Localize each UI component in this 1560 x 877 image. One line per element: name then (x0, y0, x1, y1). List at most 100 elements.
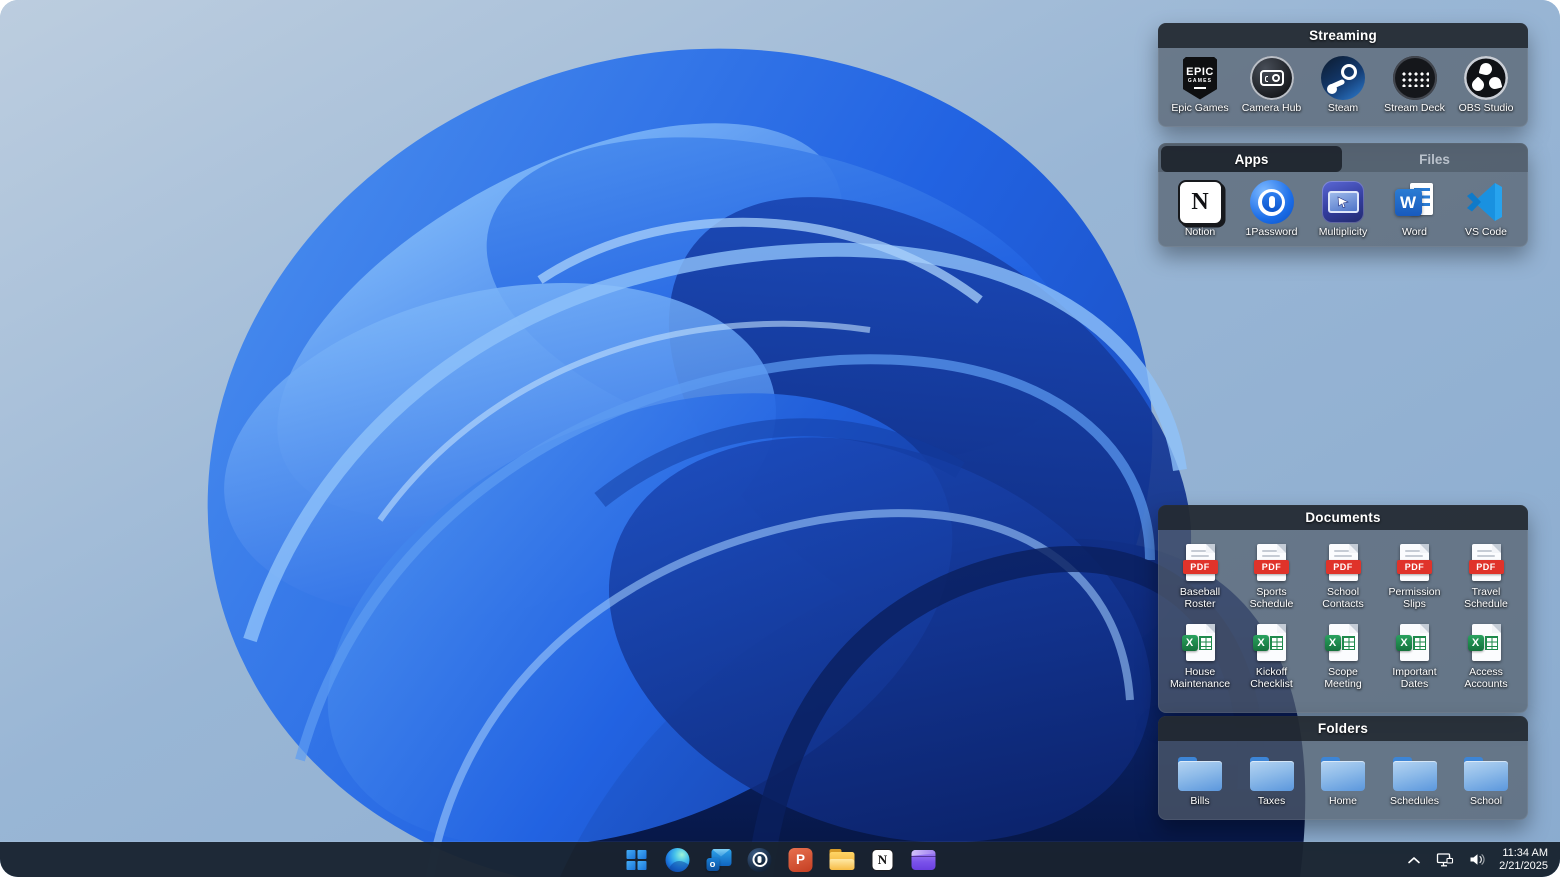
steam-icon (1320, 55, 1366, 101)
tab-apps[interactable]: Apps (1161, 146, 1342, 172)
network-icon (1436, 852, 1454, 868)
desktop-icon-important-dates[interactable]: X Important Dates (1381, 619, 1449, 690)
start-button[interactable] (622, 845, 652, 875)
edge-icon (666, 848, 690, 872)
hidden-icons-button[interactable] (1405, 853, 1423, 867)
clock-time: 11:34 AM (1499, 847, 1548, 860)
taskbar-outlook-button[interactable]: o (704, 845, 734, 875)
fence-streaming: Streaming EPICGAMES Epic Games Camera Hu… (1158, 23, 1528, 127)
desktop-icon-vscode[interactable]: VS Code (1452, 179, 1520, 239)
taskbar-1password-button[interactable] (745, 845, 775, 875)
chevron-up-icon (1407, 855, 1421, 865)
pdf-badge: PDF (1469, 560, 1504, 574)
pdf-file-icon: PDF (1392, 539, 1438, 585)
desktop-icon-stream-deck[interactable]: Stream Deck (1381, 55, 1449, 115)
excel-file-icon: X (1249, 619, 1295, 665)
network-tray-button[interactable] (1434, 850, 1456, 870)
taskbar-powerpoint-button[interactable]: P (786, 845, 816, 875)
pdf-badge: PDF (1326, 560, 1361, 574)
vscode-icon (1463, 179, 1509, 225)
fence-body-documents-pdf: PDF Baseball Roster PDF Sports Schedule … (1158, 530, 1528, 610)
fence-body-apps: N Notion 1Password Multiplici (1158, 172, 1528, 239)
desktop-icon-school-contacts[interactable]: PDF School Contacts (1309, 539, 1377, 610)
excel-x-badge: X (1253, 635, 1269, 651)
excel-x-badge: X (1325, 635, 1341, 651)
fence-header-folders[interactable]: Folders (1158, 716, 1528, 741)
folder-icon (1392, 748, 1438, 794)
epic-games-icon: EPICGAMES (1177, 55, 1223, 101)
desktop-icon-folder-schedules[interactable]: Schedules (1381, 748, 1449, 808)
speaker-icon (1469, 852, 1486, 867)
pdf-file-icon: PDF (1177, 539, 1223, 585)
desktop-icon-steam[interactable]: Steam (1309, 55, 1377, 115)
fence-documents: Documents PDF Baseball Roster PDF Sports… (1158, 505, 1528, 713)
excel-x-badge: X (1468, 635, 1484, 651)
folder-icon (1320, 748, 1366, 794)
taskbar-center-icons: o P N (622, 842, 939, 877)
desktop-icon-access-accounts[interactable]: X Access Accounts (1452, 619, 1520, 690)
taskbar-notion-button[interactable]: N (868, 845, 898, 875)
excel-file-icon: X (1177, 619, 1223, 665)
desktop-icon-notion[interactable]: N Notion (1166, 179, 1234, 239)
desktop-icon-word[interactable]: W Word (1381, 179, 1449, 239)
desktop-icon-multiplicity[interactable]: Multiplicity (1309, 179, 1377, 239)
clock-date: 2/21/2025 (1499, 860, 1548, 873)
excel-grid (1270, 636, 1283, 650)
excel-x-badge: X (1396, 635, 1412, 651)
excel-x-badge: X (1182, 635, 1198, 651)
desktop-icon-baseball-roster[interactable]: PDF Baseball Roster (1166, 539, 1234, 610)
fence-body-documents-excel: X House Maintenance X Kickoff Checklist … (1158, 610, 1528, 690)
desktop-icon-camera-hub[interactable]: Camera Hub (1238, 55, 1306, 115)
desktop-icon-scope-meeting[interactable]: X Scope Meeting (1309, 619, 1377, 690)
word-icon: W (1392, 179, 1438, 225)
desktop-icon-travel-schedule[interactable]: PDF Travel Schedule (1452, 539, 1520, 610)
multiplicity-icon (1320, 179, 1366, 225)
desktop-icon-obs-studio[interactable]: OBS Studio (1452, 55, 1520, 115)
powerpoint-icon: P (789, 848, 813, 872)
folder-icon (1463, 748, 1509, 794)
folder-icon (1177, 748, 1223, 794)
obs-studio-icon (1463, 55, 1509, 101)
fence-apps-files: Apps Files N Notion 1Password (1158, 143, 1528, 247)
notion-icon: N (872, 849, 894, 871)
excel-grid (1413, 636, 1426, 650)
fence-header-documents[interactable]: Documents (1158, 505, 1528, 530)
desktop-icon-folder-bills[interactable]: Bills (1166, 748, 1234, 808)
1password-icon (1249, 179, 1295, 225)
stream-deck-icon (1392, 55, 1438, 101)
desktop-icon-sports-schedule[interactable]: PDF Sports Schedule (1238, 539, 1306, 610)
desktop-icon-permission-slips[interactable]: PDF Permission Slips (1381, 539, 1449, 610)
excel-file-icon: X (1392, 619, 1438, 665)
taskbar-file-explorer-button[interactable] (827, 845, 857, 875)
fence-folders: Folders Bills Taxes Home (1158, 716, 1528, 820)
desktop-icon-folder-taxes[interactable]: Taxes (1238, 748, 1306, 808)
taskbar-edge-button[interactable] (663, 845, 693, 875)
cursor-arrow-icon (1337, 196, 1349, 208)
taskbar: o P N (0, 842, 1560, 877)
fence-header-streaming[interactable]: Streaming (1158, 23, 1528, 48)
fence-body-streaming: EPICGAMES Epic Games Camera Hub Steam (1158, 48, 1528, 115)
desktop-icon-epic-games[interactable]: EPICGAMES Epic Games (1166, 55, 1234, 115)
desktop-icon-folder-school[interactable]: School (1452, 748, 1520, 808)
tab-files[interactable]: Files (1344, 146, 1525, 172)
folder-icon (1249, 748, 1295, 794)
desktop-icon-kickoff-checklist[interactable]: X Kickoff Checklist (1238, 619, 1306, 690)
taskbar-movies-tv-button[interactable] (909, 845, 939, 875)
excel-grid (1342, 636, 1355, 650)
pdf-badge: PDF (1397, 560, 1432, 574)
excel-file-icon: X (1463, 619, 1509, 665)
taskbar-clock[interactable]: 11:34 AM 2/21/2025 (1499, 847, 1548, 873)
pdf-badge: PDF (1183, 560, 1218, 574)
desktop-icon-1password[interactable]: 1Password (1238, 179, 1306, 239)
excel-grid (1485, 636, 1498, 650)
fence-tab-bar: Apps Files (1158, 143, 1528, 172)
excel-grid (1199, 636, 1212, 650)
fence-body-folders: Bills Taxes Home Schedules (1158, 741, 1528, 808)
volume-tray-button[interactable] (1467, 850, 1488, 869)
file-explorer-icon (829, 849, 854, 870)
camera-hub-icon (1249, 55, 1295, 101)
desktop-icon-folder-home[interactable]: Home (1309, 748, 1377, 808)
windows-logo-icon (627, 850, 647, 870)
1password-icon (748, 848, 772, 872)
desktop-icon-house-maintenance[interactable]: X House Maintenance (1166, 619, 1234, 690)
